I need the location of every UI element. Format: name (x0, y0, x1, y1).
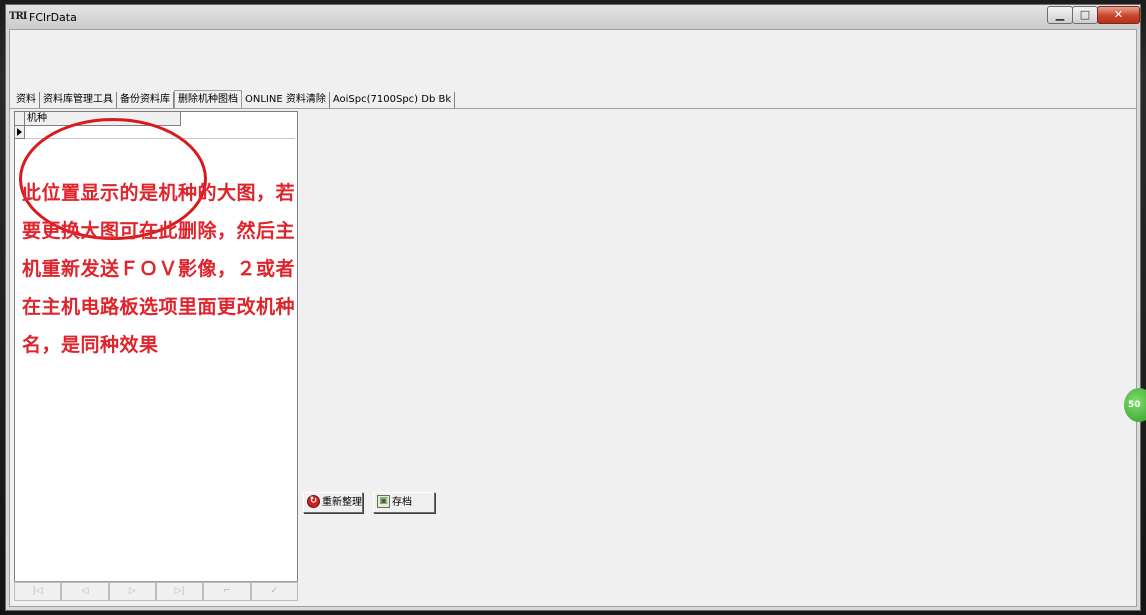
app-icon: TRI (9, 11, 27, 22)
tab-divider (10, 108, 1136, 109)
nav-first-button[interactable]: |◁ (14, 582, 62, 601)
current-row-arrow-icon (17, 128, 22, 136)
annotation-line: 此位置显示的是机种的大图，若 (22, 182, 296, 204)
refresh-icon: ↻ (307, 494, 320, 508)
nav-prior-button[interactable]: ◁ (61, 582, 109, 601)
nav-last-button[interactable]: ▷| (155, 582, 204, 601)
nav-post-button[interactable]: ⌐ (203, 582, 251, 601)
tab-data[interactable]: 资料 (13, 92, 40, 108)
minimize-button[interactable]: ▁ (1047, 6, 1073, 24)
tab-aoispc-db-backup[interactable]: AoiSpc(7100Spc) Db Bk (330, 92, 456, 108)
save-icon: ▣ (377, 494, 390, 508)
reorganize-button[interactable]: ↻ 重新整理 (303, 492, 363, 513)
toolbar-area (10, 30, 1136, 87)
app-window: TRI FClrData ▁ □ ✕ 资料 资料库管理工具 备份资料库 删除机种… (5, 4, 1141, 611)
tab-delete-model-images[interactable]: 删除机种图档 (174, 90, 242, 109)
annotation-line: 机重新发送ＦＯＶ影像，２或者 (22, 258, 296, 280)
client-area: 资料 资料库管理工具 备份资料库 删除机种图档 ONLINE 资料清除 AoiS… (9, 29, 1137, 607)
annotation-line: 名，是同种效果 (22, 334, 159, 356)
title-bar[interactable]: TRI FClrData ▁ □ ✕ (6, 5, 1140, 29)
maximize-button[interactable]: □ (1072, 6, 1098, 24)
save-button[interactable]: ▣ 存档 (373, 492, 435, 513)
tab-strip: 资料 资料库管理工具 备份资料库 删除机种图档 ONLINE 资料清除 AoiS… (13, 90, 456, 109)
tab-online-clear[interactable]: ONLINE 资料清除 (242, 92, 330, 108)
db-navigator: |◁ ◁ ▷ ▷| ⌐ ✓ (14, 581, 298, 601)
reorganize-label: 重新整理 (322, 497, 362, 508)
tab-backup-db[interactable]: 备份资料库 (117, 92, 174, 108)
close-button[interactable]: ✕ (1097, 6, 1140, 24)
window-title: FClrData (29, 11, 77, 24)
annotation-text: 此位置显示的是机种的大图，若 要更换大图可在此删除，然后主 机重新发送ＦＯＶ影像… (22, 174, 344, 364)
nav-next-button[interactable]: ▷ (108, 582, 156, 601)
tab-db-tools[interactable]: 资料库管理工具 (40, 92, 117, 108)
save-label: 存档 (392, 497, 412, 508)
side-gadget-icon[interactable]: 50 (1124, 388, 1146, 422)
nav-refresh-button[interactable]: ✓ (250, 582, 298, 601)
grid-corner (15, 112, 25, 126)
annotation-line: 要更换大图可在此删除，然后主 (22, 220, 296, 242)
row-indicator[interactable] (15, 126, 25, 139)
annotation-line: 在主机电路板选项里面更改机种 (22, 296, 296, 318)
